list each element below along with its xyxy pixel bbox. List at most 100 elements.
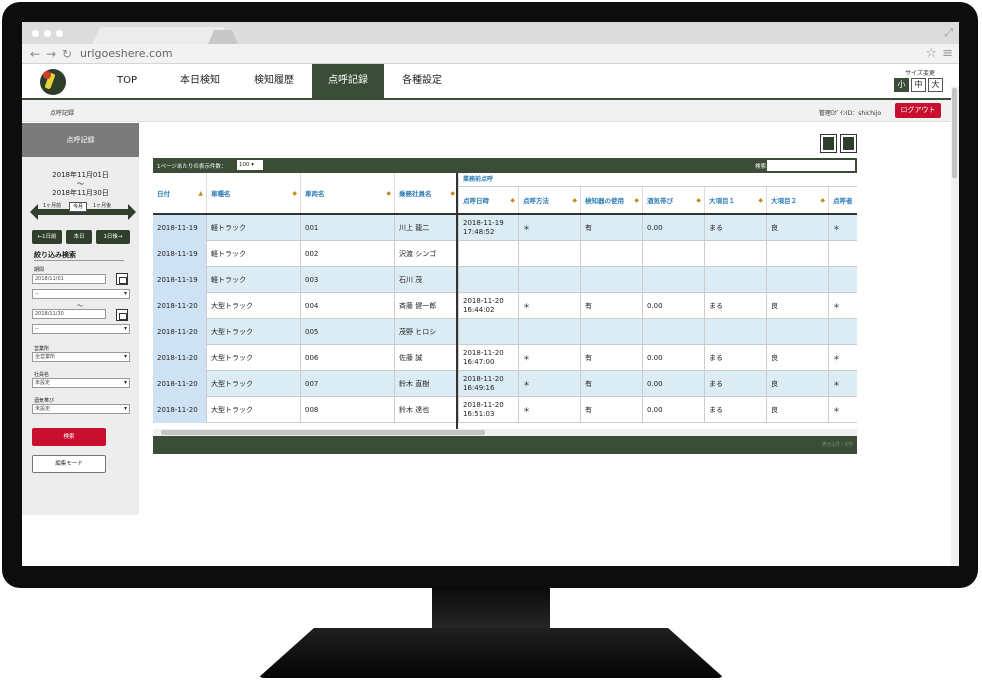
scroll-thumb[interactable]: [161, 430, 485, 435]
cell-vehicle-name: 001: [301, 215, 395, 241]
forward-icon[interactable]: →: [46, 47, 56, 61]
table-search-input[interactable]: [767, 160, 855, 171]
cell-item2: [767, 241, 829, 267]
logout-button[interactable]: ログアウト: [895, 103, 941, 118]
cell-date: 2018-11-20: [153, 397, 207, 423]
cell-rollcall-time: 2018-11-20 16:51:03: [459, 397, 519, 423]
nav-today-detection[interactable]: 本日検知: [164, 64, 236, 98]
nav-top[interactable]: TOP: [92, 64, 162, 98]
table-row[interactable]: 2018-11-19 軽トラック 003 石川 茂: [153, 267, 857, 293]
nav-rollcall-record[interactable]: 点呼記録: [312, 64, 384, 98]
period-from-time-select[interactable]: --: [32, 289, 130, 299]
sort-icon[interactable]: ◆: [758, 197, 763, 204]
employee-label: 社員名: [34, 372, 50, 378]
page-scroll-thumb[interactable]: [952, 88, 957, 178]
monitor-stand-neck: [432, 586, 550, 634]
cell-alcohol: 0.00: [643, 215, 705, 241]
cell-rollcall-person: [829, 241, 857, 267]
this-month-button[interactable]: 今月: [69, 202, 87, 212]
column-header-rollcall-time[interactable]: 点呼日時 ◆: [459, 187, 519, 213]
sort-icon[interactable]: ◆: [292, 190, 297, 197]
sort-icon[interactable]: ◆: [572, 197, 577, 204]
app-logo[interactable]: [40, 69, 66, 95]
window-minimize-dot[interactable]: [44, 30, 51, 37]
window-maximize-dot[interactable]: [56, 30, 63, 37]
cell-rollcall-method: [519, 319, 581, 345]
column-header-vehicle-type[interactable]: 車種名 ◆: [207, 173, 301, 213]
bookmark-star-icon[interactable]: ☆: [925, 46, 937, 61]
employee-select[interactable]: 未設定: [32, 378, 130, 388]
fullscreen-icon[interactable]: ⤢: [944, 26, 953, 40]
cell-rollcall-method: ＊: [519, 215, 581, 241]
nav-settings[interactable]: 各種設定: [386, 64, 458, 98]
column-header-vehicle-name[interactable]: 車両名 ◆: [301, 173, 395, 213]
sort-icon[interactable]: ◆: [696, 197, 701, 204]
horizontal-scrollbar[interactable]: [153, 429, 857, 436]
column-header-item1[interactable]: 大項目１ ◆: [705, 187, 767, 213]
table-row[interactable]: 2018-11-20 大型トラック 008 鈴木 達也 2018-11-20 16:51…: [153, 397, 857, 423]
size-medium-button[interactable]: 中: [911, 78, 926, 92]
calendar-from-icon[interactable]: [116, 273, 128, 285]
cell-employee-name: 佐藤 誠: [395, 345, 459, 371]
page-scrollbar[interactable]: [951, 86, 959, 566]
reload-icon[interactable]: ↻: [62, 47, 72, 61]
search-button[interactable]: 検索: [32, 428, 106, 446]
column-header-detector-use[interactable]: 検知器の使用 ◆: [581, 187, 643, 213]
next-month-link[interactable]: 1ヶ月後: [92, 202, 113, 209]
office-select[interactable]: 全営業所: [32, 352, 130, 362]
sub-header: 点呼記録 管理ﾛｸﾞｲﾝID：shichijo ログアウト: [22, 100, 959, 122]
alcohol-select[interactable]: 未設定: [32, 404, 130, 414]
cell-rollcall-method: ＊: [519, 397, 581, 423]
cell-date: 2018-11-19: [153, 215, 207, 241]
group-divider: [456, 173, 458, 429]
size-large-button[interactable]: 大: [928, 78, 943, 92]
sidebar: 点呼記録 2018年11月01日 ～ 2018年11月30日 1ヶ月前 今月 1…: [22, 123, 139, 515]
cell-vehicle-type: 大型トラック: [207, 345, 301, 371]
url-text[interactable]: urlgoeshere.com: [80, 47, 173, 60]
column-header-alcohol[interactable]: 酒気帯び ◆: [643, 187, 705, 213]
table-row[interactable]: 2018-11-20 大型トラック 006 佐藤 誠 2018-11-20 16:47:…: [153, 345, 857, 371]
sort-icon[interactable]: ◆: [386, 190, 391, 197]
office-label: 営業所: [34, 346, 50, 352]
per-page-select[interactable]: 100 ▾: [237, 160, 263, 170]
nav-detection-history[interactable]: 検知履歴: [238, 64, 310, 98]
period-to-input[interactable]: 2018/11/30: [32, 309, 106, 319]
column-header-rollcall-method[interactable]: 点呼方法 ◆: [519, 187, 581, 213]
period-to-time-select[interactable]: --: [32, 324, 130, 334]
calendar-to-icon[interactable]: [116, 309, 128, 321]
sort-icon[interactable]: ◆: [450, 190, 455, 197]
next-day-button[interactable]: 1日後→: [96, 230, 130, 244]
sort-icon[interactable]: ◆: [634, 197, 639, 204]
period-from-input[interactable]: 2018/11/01: [32, 274, 106, 284]
window-close-dot[interactable]: [32, 30, 39, 37]
back-icon[interactable]: ←: [30, 47, 40, 61]
size-small-button[interactable]: 小: [894, 78, 909, 92]
prev-month-link[interactable]: 1ヶ月前: [42, 202, 63, 209]
sort-icon[interactable]: ◆: [820, 197, 825, 204]
cell-item2: [767, 319, 829, 345]
prev-day-button[interactable]: ←1日前: [32, 230, 62, 244]
edit-mode-button[interactable]: 編集モード: [32, 455, 106, 473]
table-row[interactable]: 2018-11-20 大型トラック 007 鈴木 直樹 2018-11-20 16:49…: [153, 371, 857, 397]
cell-employee-name: 石川 茂: [395, 267, 459, 293]
cell-vehicle-type: 大型トラック: [207, 371, 301, 397]
table-row[interactable]: 2018-11-20 大型トラック 004 斉藤 健一郎 2018-11-20 16:4…: [153, 293, 857, 319]
column-header-rollcall-person[interactable]: 点呼者◆: [829, 187, 857, 213]
cell-employee-name: 鈴木 直樹: [395, 371, 459, 397]
excel-export-icon[interactable]: [820, 134, 837, 153]
column-header-date[interactable]: 日付 ▲: [153, 173, 207, 213]
table-row[interactable]: 2018-11-20 大型トラック 005 茂野 ヒロシ: [153, 319, 857, 345]
group-header-pre-rollcall: 業務前点呼: [457, 173, 857, 187]
cell-rollcall-method: ＊: [519, 345, 581, 371]
column-header-label: 日付: [157, 190, 170, 198]
sort-icon[interactable]: ▲: [198, 190, 203, 197]
sort-icon[interactable]: ◆: [510, 197, 515, 204]
table-row[interactable]: 2018-11-19 軽トラック 002 沢渡 シンゴ: [153, 241, 857, 267]
column-header-item2[interactable]: 大項目２ ◆: [767, 187, 829, 213]
today-button[interactable]: 本日: [66, 230, 92, 244]
table-row[interactable]: 2018-11-19 軽トラック 001 川上 龍二 2018-11-19 17:48:…: [153, 215, 857, 241]
browser-menu-icon[interactable]: ≡: [942, 46, 953, 61]
csv-export-icon[interactable]: [840, 134, 857, 153]
cell-detector-use: 有: [581, 371, 643, 397]
column-header-employee-name[interactable]: 乗務社員名 ◆: [395, 173, 459, 213]
